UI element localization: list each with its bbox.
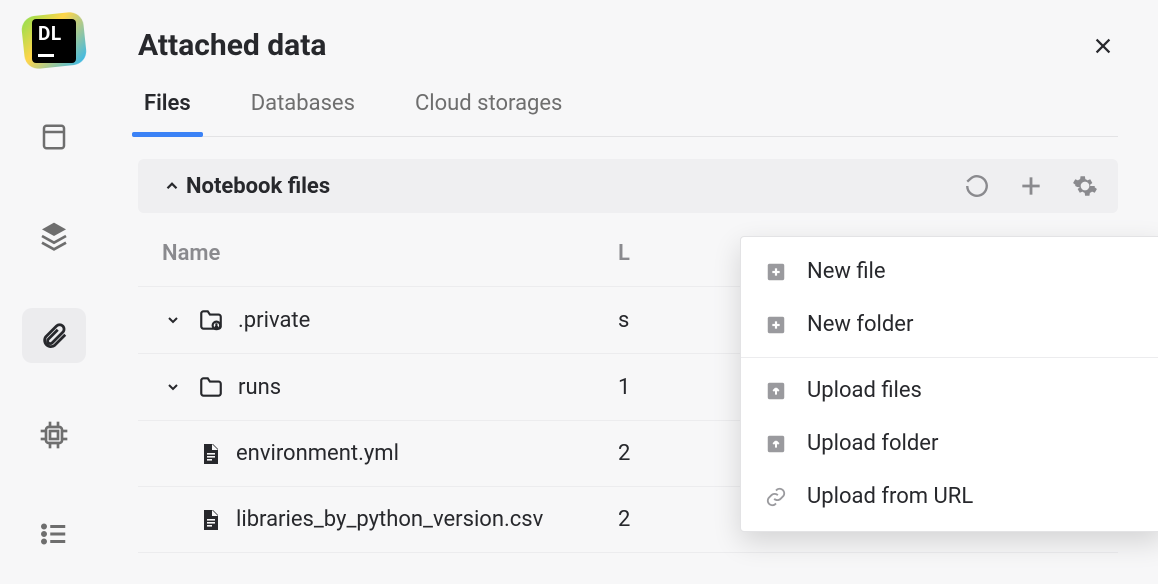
- file-name: runs: [238, 375, 281, 400]
- nav-notebook[interactable]: [22, 109, 86, 164]
- menu-new-folder[interactable]: New folder: [741, 298, 1158, 351]
- refresh-button[interactable]: [964, 173, 990, 199]
- menu-label: Upload folder: [807, 431, 938, 456]
- folder-icon: [198, 374, 224, 400]
- plus-box-icon: [765, 314, 787, 336]
- link-icon: [765, 486, 787, 508]
- menu-upload-files[interactable]: Upload files: [741, 364, 1158, 417]
- tab-databases[interactable]: Databases: [245, 91, 361, 136]
- tab-cloud-storages[interactable]: Cloud storages: [409, 91, 568, 136]
- nav-list[interactable]: [22, 507, 86, 562]
- section-collapse-icon[interactable]: [158, 177, 186, 195]
- file-icon: [198, 442, 222, 466]
- menu-upload-from-url[interactable]: Upload from URL: [741, 470, 1158, 523]
- section-header[interactable]: Notebook files: [138, 159, 1118, 213]
- add-button[interactable]: [1018, 173, 1044, 199]
- left-sidebar: DL: [0, 0, 108, 584]
- add-context-menu: New file New folder Upload files Upload: [740, 236, 1158, 532]
- nav-attachments[interactable]: [22, 308, 86, 363]
- main-panel: Attached data Files Databases Cloud stor…: [108, 0, 1158, 584]
- menu-label: New folder: [807, 312, 913, 337]
- page-title: Attached data: [138, 28, 326, 63]
- app-logo: DL: [21, 12, 87, 69]
- menu-upload-folder[interactable]: Upload folder: [741, 417, 1158, 470]
- file-name: libraries_by_python_version.csv: [236, 507, 543, 532]
- chevron-down-icon[interactable]: [162, 379, 184, 395]
- tabs: Files Databases Cloud storages: [138, 91, 1118, 137]
- file-name: environment.yml: [236, 441, 399, 466]
- menu-label: New file: [807, 259, 886, 284]
- settings-button[interactable]: [1072, 173, 1098, 199]
- menu-label: Upload from URL: [807, 484, 973, 509]
- file-icon: [198, 508, 222, 532]
- upload-icon: [765, 380, 787, 402]
- menu-new-file[interactable]: New file: [741, 245, 1158, 298]
- file-name: .private: [238, 308, 310, 333]
- logo-text: DL: [38, 24, 70, 43]
- nav-layers[interactable]: [22, 208, 86, 263]
- plus-box-icon: [765, 261, 787, 283]
- tab-files[interactable]: Files: [138, 91, 197, 136]
- menu-label: Upload files: [807, 378, 922, 403]
- close-button[interactable]: [1088, 31, 1118, 61]
- upload-icon: [765, 433, 787, 455]
- folder-special-icon: [198, 307, 224, 333]
- menu-separator: [741, 357, 1158, 358]
- section-title: Notebook files: [186, 174, 964, 199]
- chevron-down-icon[interactable]: [162, 312, 184, 328]
- nav-compute[interactable]: [22, 407, 86, 462]
- col-name[interactable]: Name: [162, 241, 618, 266]
